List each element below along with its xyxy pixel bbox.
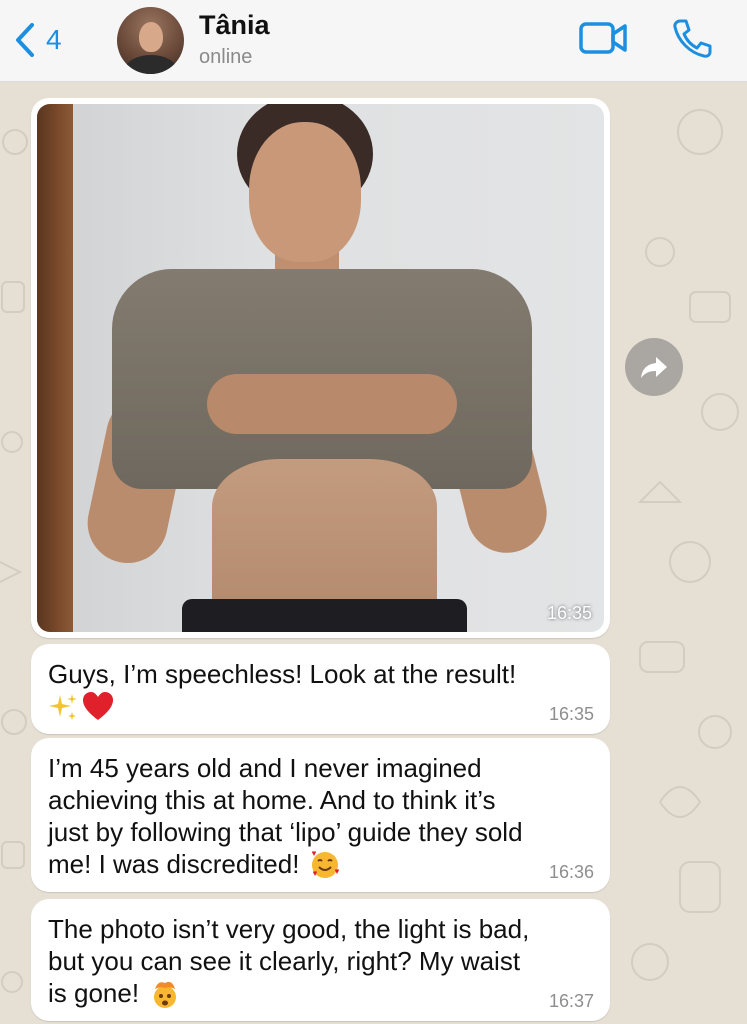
message-bubble[interactable]: I’m 45 years old and I never imagined ac… (31, 738, 610, 892)
message-time: 16:35 (548, 704, 594, 724)
message-bubble[interactable]: The photo isn’t very good, the light is … (31, 899, 610, 1021)
video-camera-icon (579, 22, 627, 54)
message-time: 16:36 (548, 862, 594, 882)
voice-call-button[interactable] (670, 16, 714, 65)
message-text: Guys, I’m speechless! Look at the result… (48, 659, 517, 689)
photo-hands (207, 374, 457, 434)
photo-door (37, 104, 73, 632)
chat-header: 4 Tânia online (0, 0, 747, 82)
sparkles-emoji (48, 692, 78, 722)
message-time: 16:37 (548, 991, 594, 1011)
chevron-left-icon (16, 23, 34, 57)
avatar-shirt (125, 55, 177, 74)
photo-face (249, 122, 361, 262)
shared-photo[interactable]: 16:35 (37, 104, 604, 632)
phone-icon (673, 19, 712, 58)
forward-button[interactable] (625, 338, 683, 396)
message-bubble[interactable]: Guys, I’m speechless! Look at the result… (31, 644, 610, 734)
avatar[interactable] (117, 7, 184, 74)
photo-shorts (182, 599, 467, 632)
smiling-face-with-hearts-emoji (310, 850, 340, 880)
forward-arrow-icon (641, 357, 667, 378)
exploding-head-emoji (150, 979, 180, 1009)
chat-area[interactable]: 16:35 Guys, I’m speechless! Look at the … (0, 82, 747, 1024)
avatar-face (139, 22, 163, 52)
photo-abdomen (212, 459, 437, 619)
unread-count: 4 (46, 24, 62, 55)
message-time: 16:35 (546, 603, 592, 623)
video-call-button[interactable] (578, 20, 630, 61)
back-button[interactable]: 4 (14, 22, 62, 58)
message-text: I’m 45 years old and I never imagined ac… (48, 753, 523, 879)
red-heart-emoji (82, 692, 114, 722)
image-message[interactable]: 16:35 (31, 98, 610, 638)
contact-status: online (199, 46, 253, 68)
contact-name[interactable]: Tânia (199, 10, 270, 41)
message-text: The photo isn’t very good, the light is … (48, 914, 530, 1008)
